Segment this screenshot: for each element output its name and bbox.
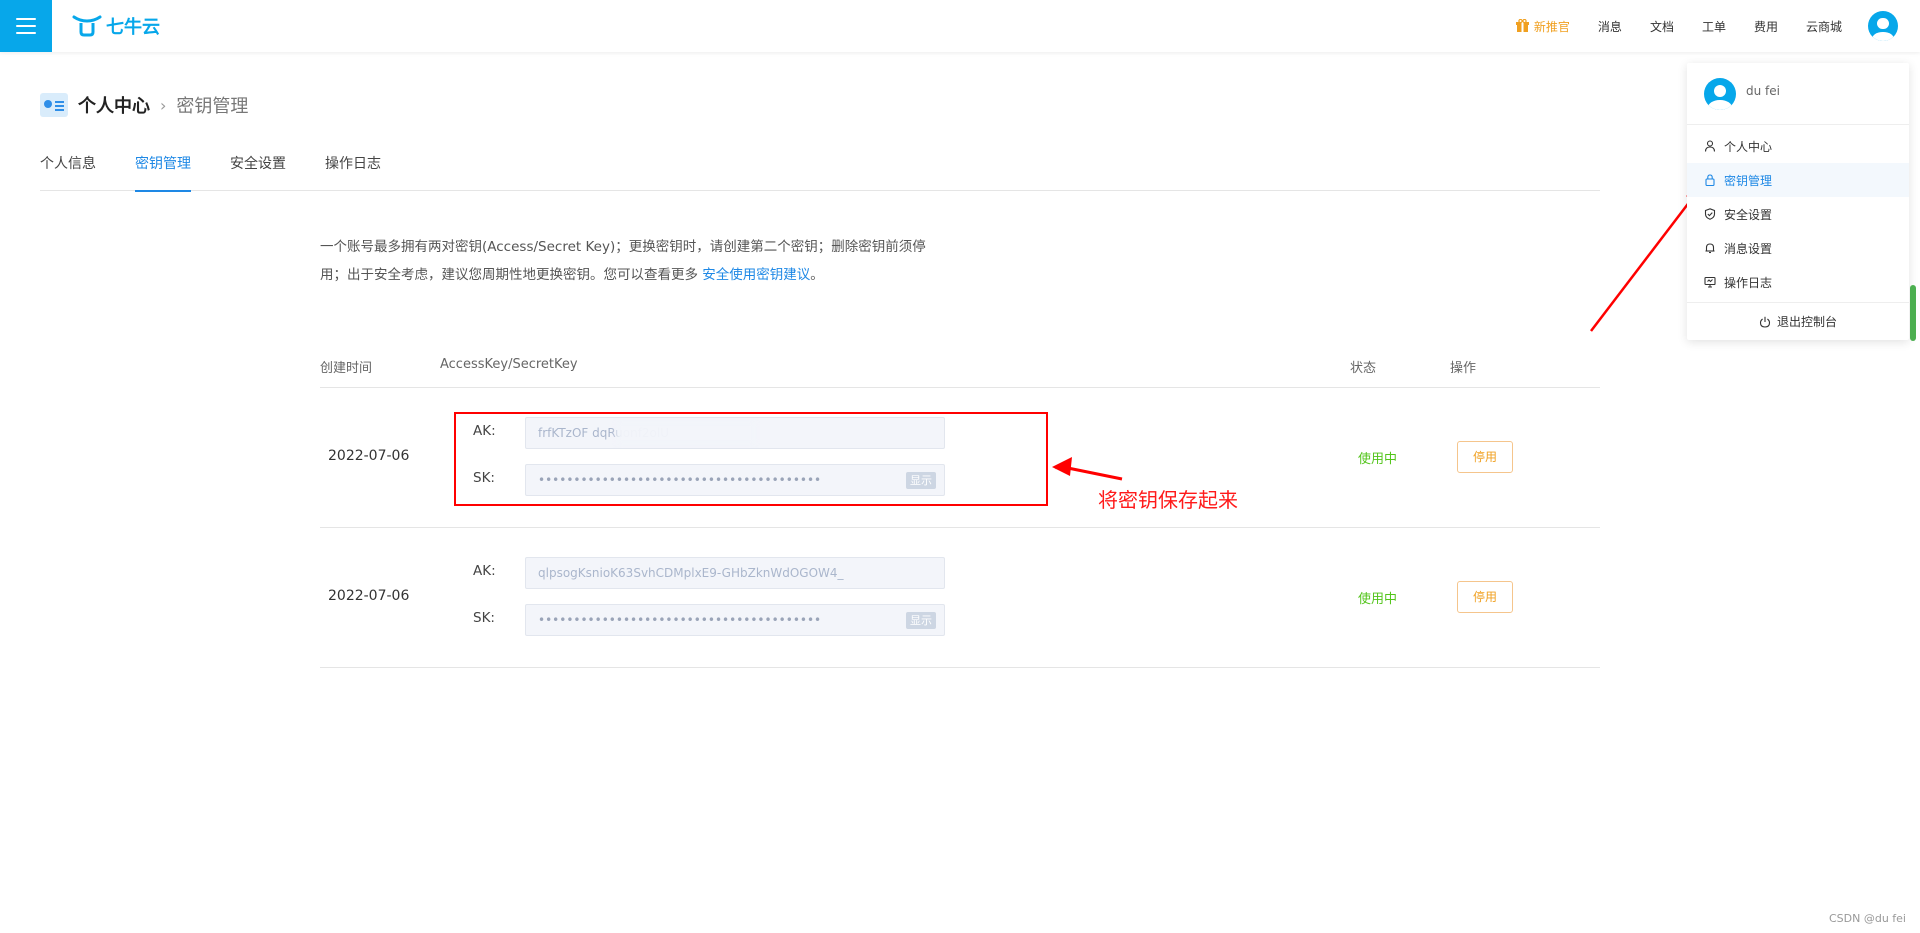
avatar-head: [1713, 84, 1727, 97]
key-notice-text: 一个账号最多拥有两对密钥(Access/Secret Key)；更换密钥时，请创…: [320, 233, 950, 289]
header-created-time: 创建时间: [320, 361, 373, 376]
power-icon: [1759, 316, 1771, 328]
shield-icon: [1704, 208, 1716, 220]
menu-line: [16, 18, 36, 20]
ak-label: AK:: [473, 563, 496, 579]
dropdown-item-label: 个人中心: [1724, 139, 1773, 154]
page-title-breadcrumb: 个人中心 › 密钥管理: [40, 92, 248, 118]
header-keys: AccessKey/SecretKey: [440, 357, 578, 372]
avatar-body: [1708, 99, 1732, 110]
account-tabs: 个人信息 密钥管理 安全设置 操作日志: [40, 153, 1600, 192]
dropdown-list: 个人中心 密钥管理 安全设置 消息设置 操作日志: [1687, 125, 1909, 299]
tab-operation-log[interactable]: 操作日志: [325, 153, 381, 191]
logout-button[interactable]: 退出控制台: [1687, 302, 1909, 340]
monitor-icon: [1704, 276, 1716, 288]
disable-key-button[interactable]: 停用: [1457, 581, 1513, 613]
logout-label: 退出控制台: [1776, 315, 1837, 329]
scrollbar-thumb[interactable]: [1910, 285, 1916, 341]
key-usage-advice-link[interactable]: 安全使用密钥建议: [702, 267, 810, 283]
tab-key-management[interactable]: 密钥管理: [135, 153, 191, 192]
menu-line: [16, 25, 36, 27]
top-nav-links: 新推官 消息 文档 工单 费用 云商城: [1502, 0, 1856, 52]
annotation-text: 将密钥保存起来: [1098, 488, 1238, 512]
created-date: 2022-07-06: [328, 448, 410, 464]
avatar-body: [1871, 32, 1895, 41]
dropdown-item-label: 密钥管理: [1724, 173, 1773, 188]
dropdown-item-operation-log[interactable]: 操作日志: [1687, 265, 1909, 299]
nav-promo-label: 新推官: [1533, 19, 1570, 34]
notice-body: 一个账号最多拥有两对密钥(Access/Secret Key)；更换密钥时，请创…: [320, 239, 926, 283]
nav-marketplace[interactable]: 云商城: [1792, 18, 1856, 35]
dropdown-item-key-management[interactable]: 密钥管理: [1687, 163, 1909, 197]
dropdown-item-security-settings[interactable]: 安全设置: [1687, 197, 1909, 231]
hamburger-menu-button[interactable]: [0, 0, 52, 52]
nav-billing[interactable]: 费用: [1740, 18, 1792, 35]
annotation-highlight-box: [454, 412, 1048, 506]
tab-security-settings[interactable]: 安全设置: [230, 153, 286, 191]
nav-tickets[interactable]: 工单: [1688, 18, 1740, 35]
header-status: 状态: [1350, 361, 1377, 376]
status-badge: 使用中: [1358, 452, 1398, 467]
nav-promo[interactable]: 新推官: [1502, 18, 1584, 35]
dropdown-item-personal-center[interactable]: 个人中心: [1687, 129, 1909, 163]
notice-end: 。: [810, 267, 824, 283]
sk-label: SK:: [473, 610, 495, 626]
page-title: 个人中心: [78, 96, 150, 117]
avatar-head: [1877, 17, 1889, 29]
dropdown-item-label: 消息设置: [1724, 241, 1773, 256]
page-subtitle: 密钥管理: [176, 96, 249, 117]
watermark: CSDN @du fei: [1828, 912, 1906, 925]
logo-text: 七牛云: [106, 17, 160, 38]
dropdown-user-info: du fei: [1687, 63, 1909, 125]
sk-masked-value: ••••••••••••••••••••••••••••••••••••••••: [538, 613, 822, 627]
table-header: 创建时间 AccessKey/SecretKey 状态 操作: [320, 352, 1600, 388]
show-sk-button[interactable]: 显示: [906, 612, 936, 629]
user-dropdown-menu: du fei 个人中心 密钥管理 安全设置 消息设置 操作日志 退出控制台: [1687, 63, 1909, 340]
user-avatar-button[interactable]: [1868, 11, 1898, 41]
dropdown-item-label: 安全设置: [1724, 207, 1773, 222]
ak-value: qlpsogKsnioK63SvhCDMplxE9-GHbZknWdOGOW4_: [538, 566, 844, 580]
top-navigation-bar: 七牛云 新推官 消息 文档 工单 费用 云商城: [0, 0, 1920, 52]
created-date: 2022-07-06: [328, 588, 410, 604]
menu-line: [16, 32, 36, 34]
nav-messages[interactable]: 消息: [1584, 18, 1636, 35]
dropdown-avatar: [1704, 77, 1736, 110]
table-row: 2022-07-06 AK: qlpsogKsnioK63SvhCDMplxE9…: [320, 528, 1600, 668]
keys-table: 创建时间 AccessKey/SecretKey 状态 操作 2022-07-0…: [320, 352, 1600, 668]
status-badge: 使用中: [1358, 592, 1398, 607]
sk-field[interactable]: ••••••••••••••••••••••••••••••••••••••••…: [525, 604, 945, 636]
user-icon: [1704, 140, 1716, 152]
header-action: 操作: [1450, 361, 1477, 376]
lock-icon: [1705, 174, 1715, 186]
dropdown-item-message-settings[interactable]: 消息设置: [1687, 231, 1909, 265]
id-card-icon: [40, 93, 68, 117]
arrow-to-menu: [1590, 191, 1698, 332]
qiniu-logo[interactable]: 七牛云: [72, 12, 160, 40]
dropdown-username: du fei: [1746, 83, 1780, 98]
qiniu-logo-icon: [72, 15, 102, 37]
disable-key-button[interactable]: 停用: [1457, 441, 1513, 473]
nav-docs[interactable]: 文档: [1636, 18, 1688, 35]
gift-icon: [1515, 19, 1529, 32]
breadcrumb-separator: ›: [160, 95, 167, 115]
dropdown-item-label: 操作日志: [1724, 275, 1773, 290]
tab-personal-info[interactable]: 个人信息: [40, 153, 96, 191]
bell-icon: [1705, 243, 1715, 254]
ak-field[interactable]: qlpsogKsnioK63SvhCDMplxE9-GHbZknWdOGOW4_: [525, 557, 945, 589]
